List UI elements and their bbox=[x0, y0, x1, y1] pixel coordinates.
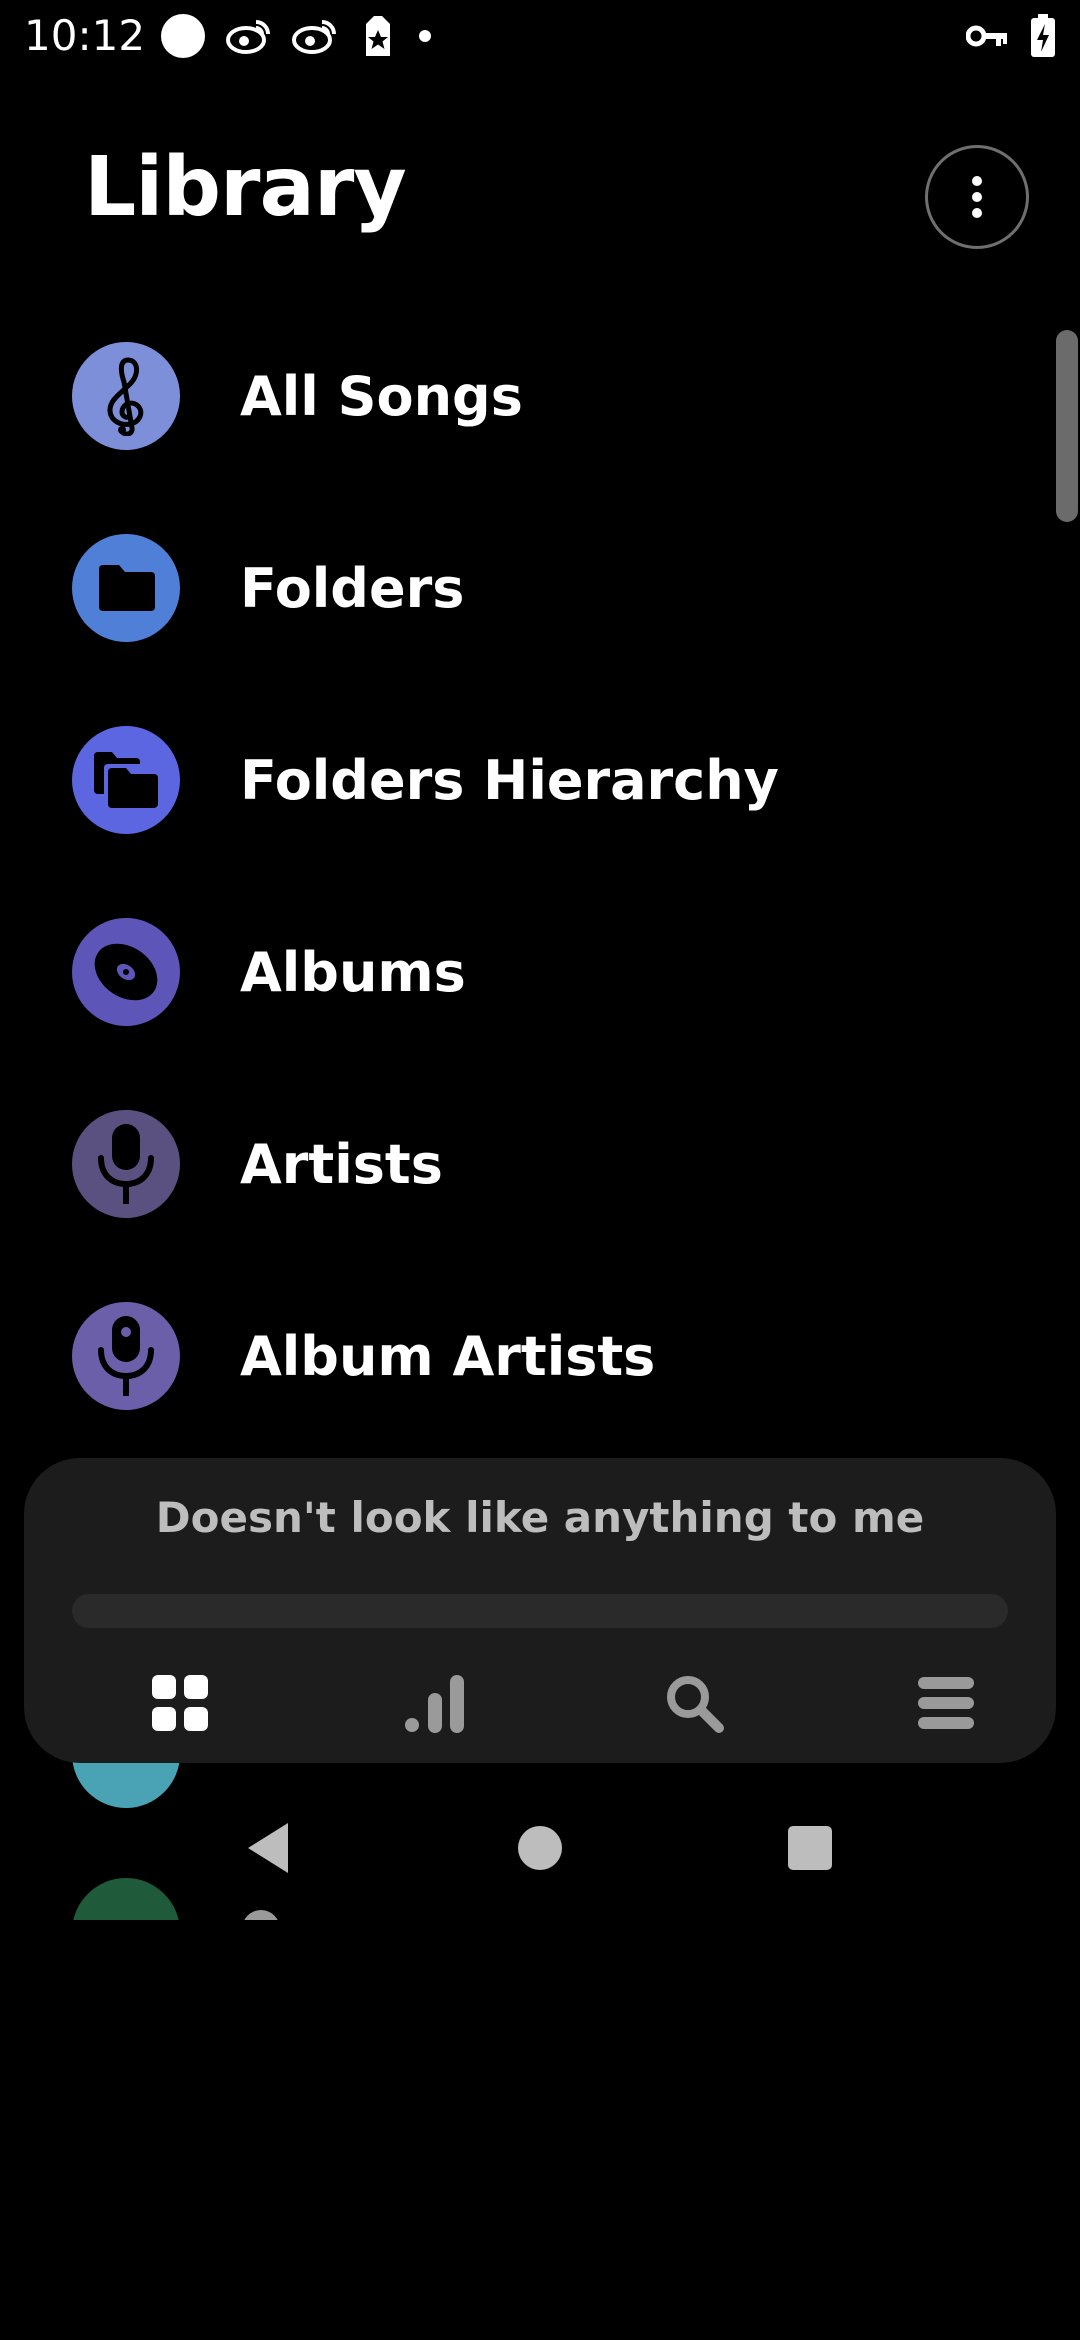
library-item-folders[interactable]: Folders bbox=[0, 492, 1050, 684]
app-screen: 10:12 Library All Songs Folders Folders … bbox=[0, 0, 1080, 2340]
search-icon bbox=[667, 1676, 724, 1733]
charts-tab-button[interactable] bbox=[397, 1663, 477, 1743]
menu-icon bbox=[918, 1677, 974, 1729]
library-item-albums[interactable]: Albums bbox=[0, 876, 1050, 1068]
page-title: Library bbox=[84, 140, 407, 235]
now-playing-title[interactable]: Doesn't look like anything to me bbox=[24, 1488, 1056, 1548]
back-icon bbox=[248, 1823, 288, 1873]
grid-icon bbox=[152, 1675, 208, 1731]
podcast-microphone-icon bbox=[98, 1316, 154, 1396]
mini-player-panel[interactable]: Doesn't look like anything to me bbox=[24, 1458, 1056, 1763]
screen-background bbox=[0, 1920, 1080, 2340]
search-tab-button[interactable] bbox=[654, 1663, 734, 1743]
library-item-label: All Songs bbox=[240, 364, 523, 428]
status-time: 10:12 bbox=[24, 11, 146, 60]
system-back-button[interactable] bbox=[228, 1808, 308, 1888]
home-icon bbox=[518, 1826, 562, 1870]
item-icon-circle bbox=[72, 726, 180, 834]
library-item-album-artists[interactable]: Album Artists bbox=[0, 1260, 1050, 1452]
battery-charging-icon bbox=[1030, 14, 1056, 58]
item-icon-circle bbox=[72, 342, 180, 450]
weibo-icon bbox=[226, 16, 272, 56]
disc-icon bbox=[94, 943, 158, 1001]
vpn-key-icon bbox=[966, 23, 1008, 49]
status-icons-right bbox=[944, 12, 1056, 60]
scrollbar-thumb[interactable] bbox=[1056, 330, 1078, 522]
circle-notification-icon bbox=[160, 13, 206, 59]
treble-clef-icon bbox=[107, 357, 144, 436]
bar-chart-icon bbox=[405, 1675, 464, 1733]
library-item-folders-hierarchy[interactable]: Folders Hierarchy bbox=[0, 684, 1050, 876]
bottom-navigation bbox=[24, 1663, 1056, 1743]
star-tag-icon bbox=[358, 14, 398, 58]
status-bar: 10:12 bbox=[0, 0, 1080, 72]
library-item-label: Artists bbox=[240, 1132, 443, 1196]
library-item-label: Folders bbox=[240, 556, 465, 620]
weibo-icon bbox=[292, 16, 338, 56]
library-item-all-songs[interactable]: All Songs bbox=[0, 300, 1050, 492]
item-icon-circle bbox=[72, 1110, 180, 1218]
more-vertical-icon bbox=[972, 176, 982, 218]
library-item-label: Album Artists bbox=[240, 1324, 656, 1388]
item-icon-circle bbox=[72, 1302, 180, 1410]
item-icon-circle bbox=[72, 534, 180, 642]
playback-progress-bar[interactable] bbox=[72, 1594, 1008, 1628]
system-navigation-bar bbox=[0, 1800, 1080, 1896]
microphone-icon bbox=[98, 1124, 154, 1204]
folder-icon bbox=[99, 565, 155, 611]
menu-tab-button[interactable] bbox=[906, 1663, 986, 1743]
library-item-label: Albums bbox=[240, 940, 466, 1004]
folders-hierarchy-icon bbox=[94, 752, 158, 808]
system-home-button[interactable] bbox=[500, 1808, 580, 1888]
item-icon-circle bbox=[72, 918, 180, 1026]
overflow-menu-button[interactable] bbox=[925, 145, 1029, 249]
dot-icon bbox=[418, 29, 432, 43]
status-icons-left bbox=[160, 12, 452, 60]
library-tab-button[interactable] bbox=[140, 1663, 220, 1743]
recents-icon bbox=[788, 1826, 832, 1870]
library-item-artists[interactable]: Artists bbox=[0, 1068, 1050, 1260]
system-recents-button[interactable] bbox=[770, 1808, 850, 1888]
library-item-label: Folders Hierarchy bbox=[240, 748, 779, 812]
